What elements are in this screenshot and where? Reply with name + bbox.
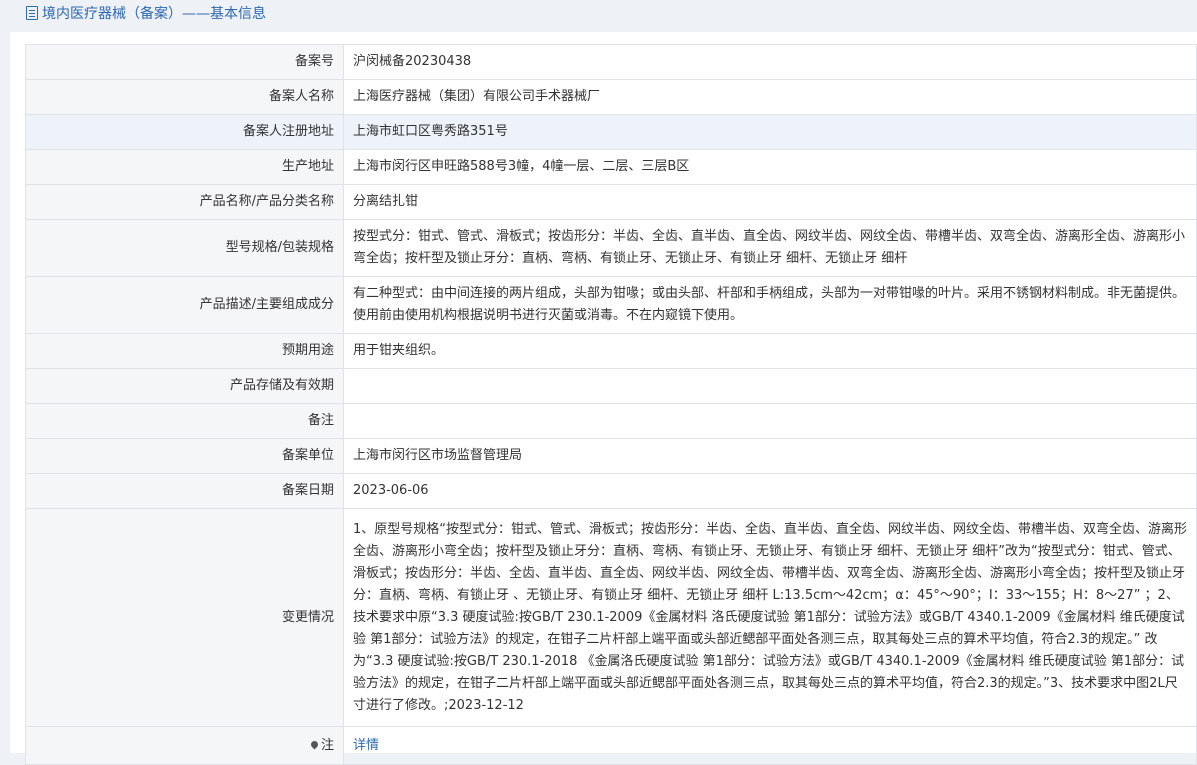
row-label: 生产地址	[25, 149, 344, 185]
row-value: 按型式分：钳式、管式、滑板式；按齿形分：半齿、全齿、直半齿、直全齿、网纹半齿、网…	[343, 219, 1197, 277]
table-row: 备案单位 上海市闵行区市场监督管理局	[25, 438, 1197, 474]
row-value: 2023-06-06	[343, 473, 1197, 509]
row-label: 预期用途	[25, 333, 344, 369]
row-value: 用于钳夹组织。	[343, 333, 1197, 369]
row-value: 沪闵械备20230438	[343, 44, 1197, 80]
page-title: 境内医疗器械（备案）——基本信息	[42, 6, 266, 22]
row-value: 分离结扎钳	[343, 184, 1197, 220]
note-label: 注	[320, 737, 334, 753]
info-panel: 备案号 沪闵械备20230438 备案人名称 上海医疗器械（集团）有限公司手术器…	[10, 32, 1197, 765]
row-label: 备案人注册地址	[25, 114, 344, 150]
row-label: 产品名称/产品分类名称	[25, 184, 344, 220]
document-icon	[26, 6, 38, 20]
row-value: 1、原型号规格“按型式分：钳式、管式、滑板式；按齿形分：半齿、全齿、直半齿、直全…	[343, 508, 1197, 727]
info-table: 备案号 沪闵械备20230438 备案人名称 上海医疗器械（集团）有限公司手术器…	[25, 44, 1197, 765]
row-value: 有二种型式：由中间连接的两片组成，头部为钳喙；或由头部、杆部和手柄组成，头部为一…	[343, 276, 1197, 334]
row-value: 上海市闵行区市场监督管理局	[343, 438, 1197, 474]
row-label: 备案号	[25, 44, 344, 80]
table-row: 备注	[25, 403, 1197, 439]
note-value-cell: 详情	[343, 726, 1197, 765]
row-label: 变更情况	[25, 508, 344, 727]
table-row: 备案日期 2023-06-06	[25, 473, 1197, 509]
row-label: 型号规格/包装规格	[25, 219, 344, 277]
row-value: 上海市虹口区粤秀路351号	[343, 114, 1197, 150]
row-label: 产品存储及有效期	[25, 368, 344, 404]
detail-link[interactable]: 详情	[353, 738, 379, 753]
row-value: 上海市闵行区申旺路588号3幢，4幢一层、二层、三层B区	[343, 149, 1197, 185]
row-label: 备案人名称	[25, 79, 344, 115]
row-label: 备案日期	[25, 473, 344, 509]
table-row: 备案号 沪闵械备20230438	[25, 44, 1197, 80]
table-row: 备案人名称 上海医疗器械（集团）有限公司手术器械厂	[25, 79, 1197, 115]
table-row: 生产地址 上海市闵行区申旺路588号3幢，4幢一层、二层、三层B区	[25, 149, 1197, 185]
table-row: 产品存储及有效期	[25, 368, 1197, 404]
table-row: 产品名称/产品分类名称 分离结扎钳	[25, 184, 1197, 220]
row-value	[343, 403, 1197, 439]
table-row: 产品描述/主要组成成分 有二种型式：由中间连接的两片组成，头部为钳喙；或由头部、…	[25, 276, 1197, 334]
row-label: 备案单位	[25, 438, 344, 474]
row-value	[343, 368, 1197, 404]
table-row: 注 详情	[25, 726, 1197, 765]
row-value: 上海医疗器械（集团）有限公司手术器械厂	[343, 79, 1197, 115]
note-label-cell: 注	[25, 726, 344, 765]
table-row: 型号规格/包装规格 按型式分：钳式、管式、滑板式；按齿形分：半齿、全齿、直半齿、…	[25, 219, 1197, 277]
row-label: 备注	[25, 403, 344, 439]
row-label: 产品描述/主要组成成分	[25, 276, 344, 334]
page-title-bar: 境内医疗器械（备案）——基本信息	[0, 0, 1197, 28]
table-row: 变更情况 1、原型号规格“按型式分：钳式、管式、滑板式；按齿形分：半齿、全齿、直…	[25, 508, 1197, 727]
table-row: 备案人注册地址 上海市虹口区粤秀路351号	[25, 114, 1197, 150]
table-row: 预期用途 用于钳夹组织。	[25, 333, 1197, 369]
pin-icon	[309, 739, 320, 749]
